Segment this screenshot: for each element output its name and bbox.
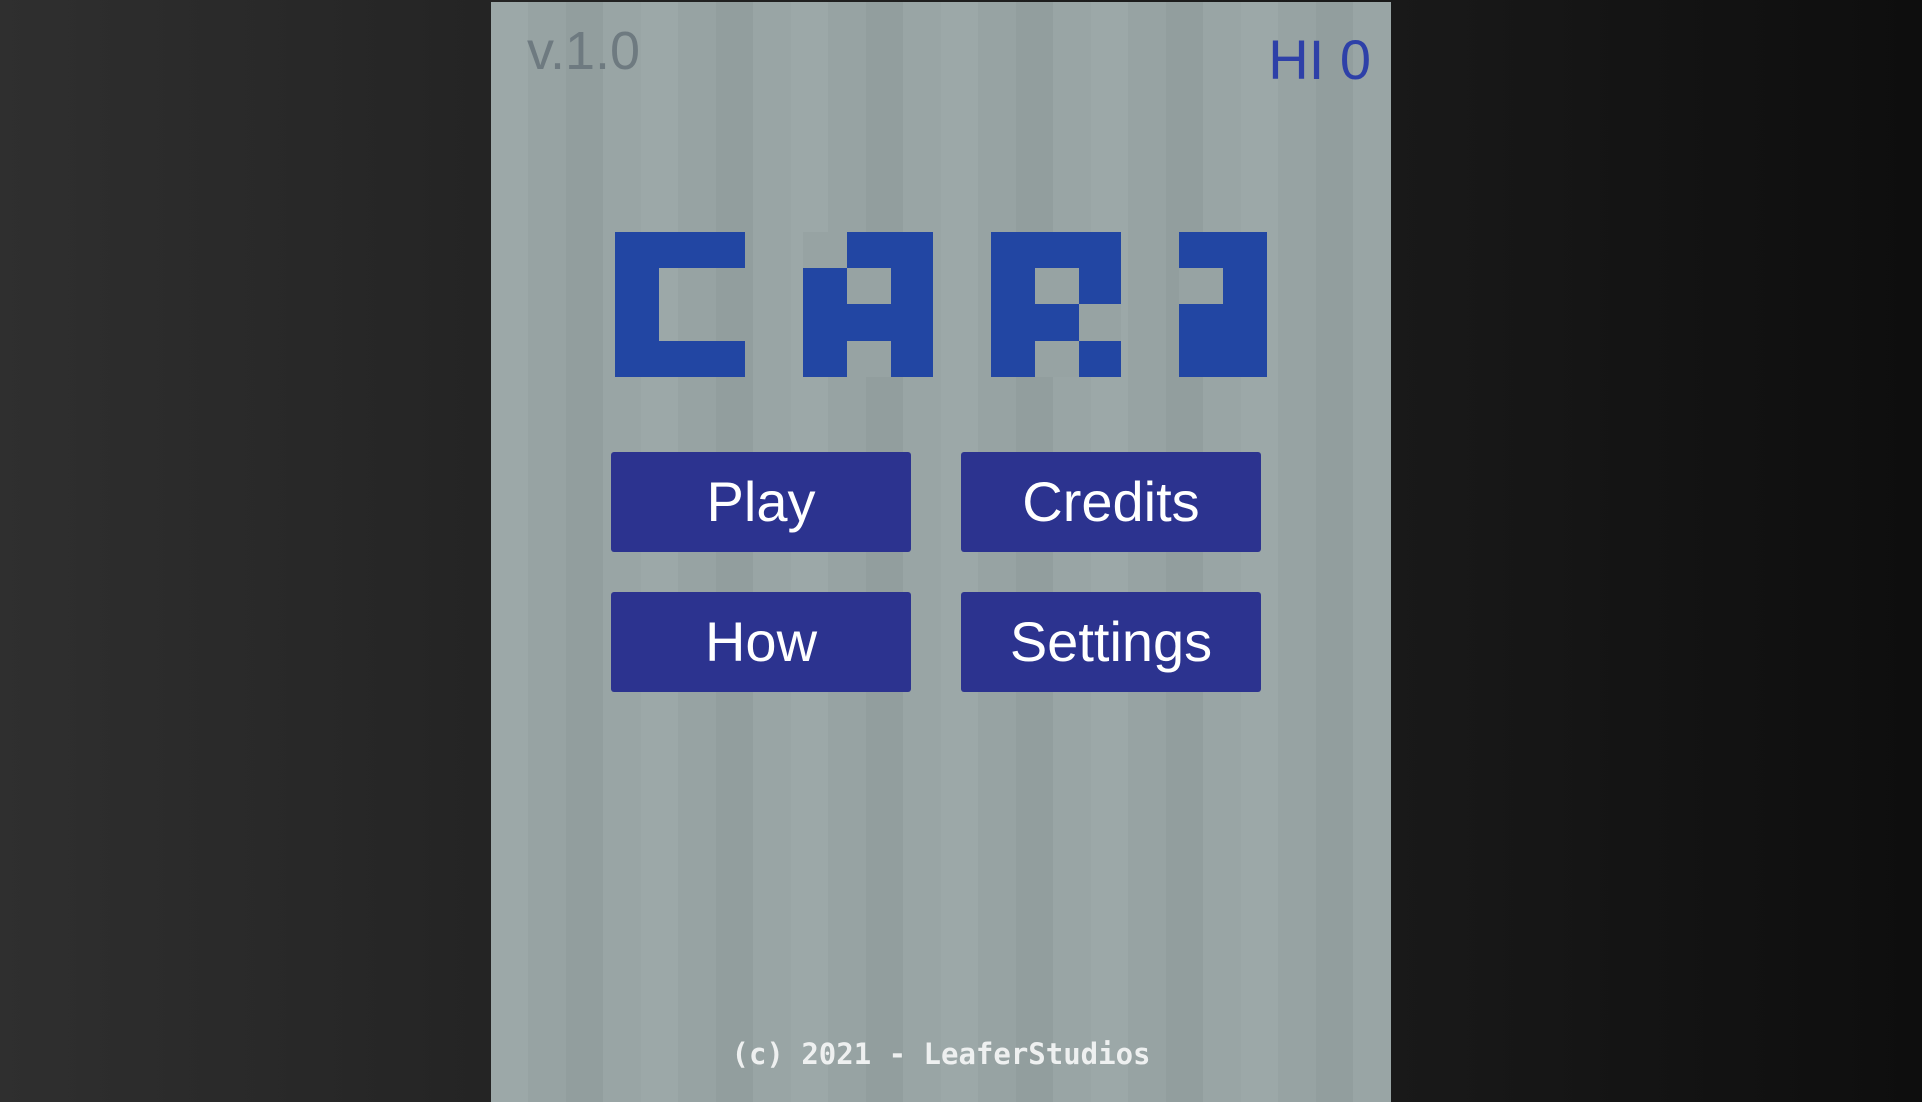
cars-logo-graphic bbox=[615, 232, 1267, 377]
how-to-play-button[interactable]: How bbox=[611, 592, 911, 692]
settings-button[interactable]: Settings bbox=[961, 592, 1261, 692]
version-label: v.1.0 bbox=[527, 21, 641, 81]
game-logo bbox=[615, 232, 1267, 377]
game-screen: v.1.0 HI 0 Play Credits How Settings (c)… bbox=[491, 2, 1391, 1102]
copyright-footer: (c) 2021 - LeaferStudios bbox=[731, 1037, 1151, 1071]
play-button[interactable]: Play bbox=[611, 452, 911, 552]
high-score: HI 0 bbox=[1268, 28, 1371, 91]
credits-button[interactable]: Credits bbox=[961, 452, 1261, 552]
